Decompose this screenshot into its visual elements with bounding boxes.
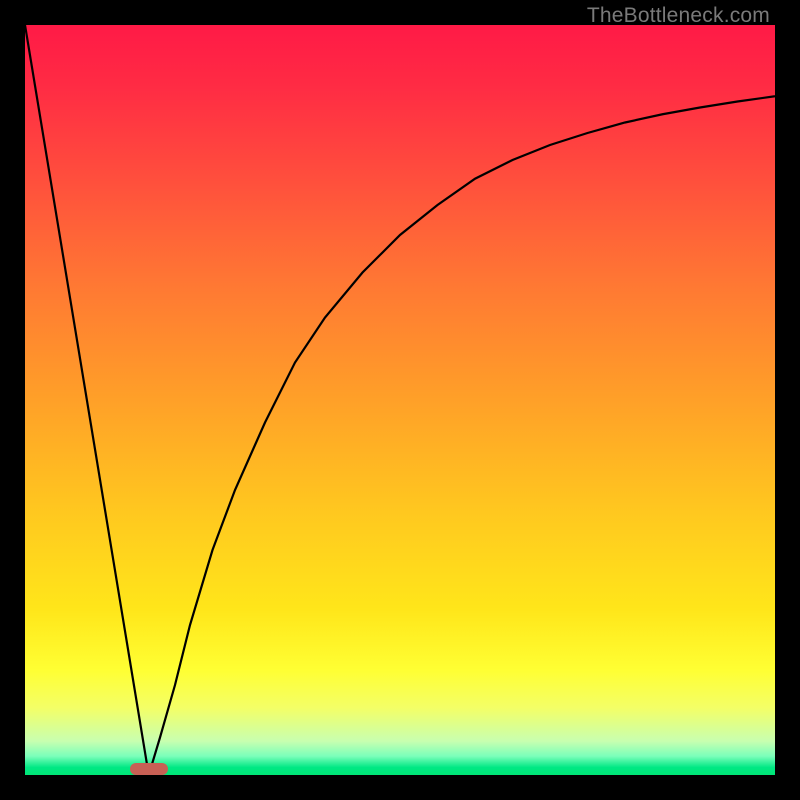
right-curve xyxy=(149,96,775,775)
plot-area xyxy=(25,25,775,775)
ideal-marker xyxy=(130,763,168,775)
watermark-text: TheBottleneck.com xyxy=(587,4,770,28)
curves-layer xyxy=(25,25,775,775)
chart-frame: TheBottleneck.com xyxy=(0,0,800,800)
left-line xyxy=(25,25,149,775)
